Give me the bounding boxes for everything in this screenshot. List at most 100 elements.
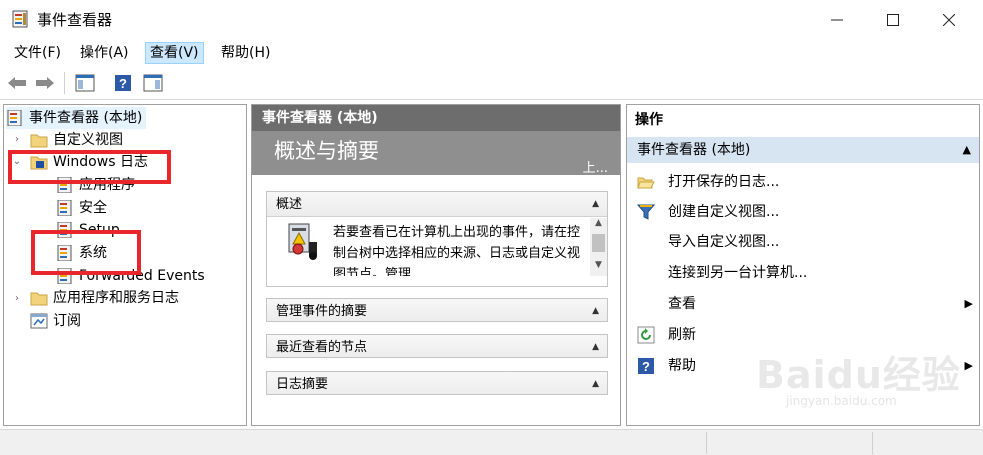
refresh-icon [637, 326, 655, 344]
back-arrow-icon [8, 77, 26, 89]
event-viewer-icon [12, 10, 28, 28]
action-label: 帮助 [668, 358, 696, 374]
close-button[interactable] [926, 0, 972, 40]
watermark-brand: Baidu经验 [756, 353, 961, 397]
action-view[interactable]: 查看 ▶ [627, 289, 979, 319]
toolbar: ? [0, 66, 983, 100]
menu-view[interactable]: 查看(V) [145, 42, 204, 64]
menu-help[interactable]: 帮助(H) [217, 42, 274, 64]
status-separator [706, 432, 707, 454]
forward-arrow-icon [36, 77, 54, 89]
help-icon: ? [638, 358, 654, 374]
collapse-icon[interactable]: ▲ [592, 372, 599, 394]
forward-button[interactable] [34, 72, 56, 94]
folder-icon [30, 134, 48, 148]
svg-text:?: ? [119, 76, 127, 91]
action-label: 打开保存的日志... [668, 174, 780, 190]
action-label: 查看 [668, 296, 696, 312]
show-hide-action-button[interactable] [142, 72, 164, 94]
back-button[interactable] [6, 72, 28, 94]
tree-label: 安全 [79, 200, 107, 216]
watermark-url: jingyan.baidu.com [786, 394, 897, 408]
collapse-icon[interactable]: ▲ [592, 299, 599, 321]
tree-item-app-service-logs[interactable]: 应用程序和服务日志 [30, 287, 179, 309]
folder-icon [30, 292, 48, 306]
tree-item-subscriptions[interactable]: 订阅 [30, 310, 81, 332]
submenu-arrow-icon: ▶ [964, 297, 973, 310]
svg-text:?: ? [642, 359, 650, 374]
action-label: 连接到另一台计算机... [668, 265, 808, 281]
actions-section-header[interactable]: 事件查看器 (本地) ▲ [627, 137, 979, 163]
tree-label: 订阅 [53, 313, 81, 329]
collapse-icon[interactable]: ▲ [592, 335, 599, 357]
show-hide-tree-button[interactable] [74, 72, 96, 94]
tree-item-root[interactable]: 事件查看器 (本地) [6, 107, 147, 129]
section-header-recent-nodes[interactable]: 最近查看的节点 ▲ [267, 335, 607, 357]
collapse-icon[interactable]: ▲ [592, 192, 599, 216]
section-overview: 概述 ▲ 若要查看已在计算机上出现的事件，请在控制台树中选择相应的来源、日志或自… [266, 191, 608, 287]
section-title: 管理事件的摘要 [276, 304, 368, 319]
overview-pane: 事件查看器 (本地) 概述与摘要 上... 概述 ▲ 若要查看已在计算机上出现的… [251, 104, 621, 426]
help-icon: ? [115, 75, 131, 91]
section-header-log-summary[interactable]: 日志摘要 ▲ [267, 372, 607, 394]
actions-header: 操作 [635, 112, 663, 128]
tree-label: 事件查看器 (本地) [29, 110, 143, 126]
section-header-admin-events[interactable]: 管理事件的摘要 ▲ [267, 299, 607, 321]
section-title: 日志摘要 [276, 377, 329, 392]
event-viewer-icon [7, 110, 22, 126]
status-separator [872, 432, 873, 454]
section-admin-events: 管理事件的摘要 ▲ [266, 298, 608, 322]
banner-more-link[interactable]: 上... [583, 157, 608, 176]
overview-description: 若要查看已在计算机上出现的事件，请在控制台树中选择相应的来源、日志或自定义视图节… [333, 225, 581, 276]
action-pane-icon [143, 74, 163, 92]
section-recent-nodes: 最近查看的节点 ▲ [266, 334, 608, 358]
section-title: 最近查看的节点 [276, 340, 368, 355]
console-tree-icon [75, 74, 95, 92]
action-label: 刷新 [668, 327, 696, 343]
filter-icon [637, 204, 655, 220]
title-bar: 事件查看器 [0, 0, 983, 40]
console-tree[interactable]: 事件查看器 (本地) › 自定义视图 ⌄ Windows 日志 应用程序 安全 … [3, 104, 247, 426]
close-icon [943, 14, 955, 26]
section-title: 事件查看器 (本地) [637, 142, 751, 158]
status-bar [0, 429, 983, 455]
collapse-icon[interactable]: ▲ [963, 137, 971, 163]
pane-header: 事件查看器 (本地) [252, 105, 620, 131]
section-title: 概述 [276, 197, 303, 212]
scroll-up-icon[interactable]: ▲ [590, 218, 607, 232]
event-log-info-icon [288, 223, 317, 260]
minimize-icon [831, 19, 843, 21]
tree-item-security[interactable]: 安全 [56, 197, 107, 219]
tree-label: 应用程序和服务日志 [53, 290, 179, 306]
action-label: 创建自定义视图... [668, 204, 780, 220]
overview-scrollbar[interactable]: ▲ ▼ [590, 218, 607, 276]
action-open-saved-log[interactable]: 打开保存的日志... [627, 167, 979, 197]
action-connect-computer[interactable]: 连接到另一台计算机... [627, 258, 979, 288]
toolbar-separator [64, 72, 65, 94]
chevron-right-icon[interactable]: › [12, 293, 22, 304]
log-icon [57, 200, 72, 216]
scroll-down-icon[interactable]: ▼ [590, 260, 607, 274]
subscriptions-icon [30, 313, 48, 329]
scrollbar-thumb[interactable] [592, 234, 605, 252]
maximize-button[interactable] [870, 0, 916, 40]
action-import-custom-view[interactable]: 导入自定义视图... [627, 227, 979, 257]
tree-item-custom-views[interactable]: 自定义视图 [30, 129, 123, 151]
highlight-box-windows-logs [8, 150, 171, 184]
watermark: Baidu经验 jingyan.baidu.com [742, 344, 972, 408]
window-title: 事件查看器 [37, 11, 113, 29]
help-toolbar-button[interactable]: ? [112, 72, 134, 94]
open-folder-icon [637, 177, 655, 189]
chevron-right-icon[interactable]: › [12, 134, 22, 145]
menu-file[interactable]: 文件(F) [10, 42, 65, 64]
menu-bar: 文件(F) 操作(A) 查看(V) 帮助(H) [0, 40, 983, 66]
menu-action[interactable]: 操作(A) [76, 42, 133, 64]
action-create-custom-view[interactable]: 创建自定义视图... [627, 197, 979, 227]
overview-body: 若要查看已在计算机上出现的事件，请在控制台树中选择相应的来源、日志或自定义视图节… [267, 218, 607, 276]
tree-label: 自定义视图 [53, 132, 123, 148]
section-log-summary: 日志摘要 ▲ [266, 371, 608, 395]
overview-banner: 概述与摘要 上... [252, 131, 620, 176]
section-header-overview[interactable]: 概述 ▲ [267, 192, 607, 217]
action-label: 导入自定义视图... [668, 234, 780, 250]
minimize-button[interactable] [814, 0, 860, 40]
